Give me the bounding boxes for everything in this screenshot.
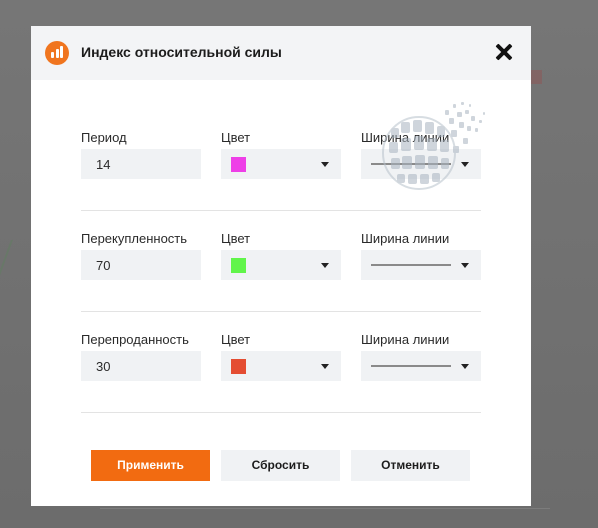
bar-chart-icon <box>45 41 69 65</box>
cancel-button[interactable]: Отменить <box>351 450 470 481</box>
chevron-down-icon <box>321 162 329 167</box>
oversold-line-width-select[interactable] <box>361 351 481 381</box>
overbought-value: 70 <box>96 258 111 273</box>
dialog-header: Индекс относительной силы <box>31 26 531 80</box>
period-color-select[interactable] <box>221 149 341 179</box>
period-color-swatch <box>231 157 246 172</box>
period-value: 14 <box>96 157 111 172</box>
oversold-color-swatch <box>231 359 246 374</box>
oversold-section: Перепроданность Цвет Ширина линии 30 <box>81 312 481 413</box>
overbought-label: Перекупленность <box>81 231 188 246</box>
overbought-input[interactable]: 70 <box>81 250 201 280</box>
chevron-down-icon <box>461 263 469 268</box>
reset-button[interactable]: Сбросить <box>221 450 340 481</box>
oversold-line-width-label: Ширина линии <box>361 332 450 347</box>
background-table-row <box>100 508 550 522</box>
line-width-preview <box>371 264 451 266</box>
oversold-value: 30 <box>96 359 111 374</box>
oversold-input[interactable]: 30 <box>81 351 201 381</box>
overbought-section: Перекупленность Цвет Ширина линии 70 <box>81 211 481 312</box>
line-width-preview <box>371 365 451 367</box>
apply-button[interactable]: Применить <box>91 450 210 481</box>
chevron-down-icon <box>321 263 329 268</box>
overbought-color-label: Цвет <box>221 231 251 246</box>
chevron-down-icon <box>461 364 469 369</box>
overbought-color-swatch <box>231 258 246 273</box>
overbought-line-width-label: Ширина линии <box>361 231 450 246</box>
oversold-color-label: Цвет <box>221 332 251 347</box>
overbought-color-select[interactable] <box>221 250 341 280</box>
oversold-label: Перепроданность <box>81 332 189 347</box>
period-label: Период <box>81 130 127 145</box>
globe-watermark-icon <box>382 102 485 190</box>
chevron-down-icon <box>321 364 329 369</box>
overbought-line-width-select[interactable] <box>361 250 481 280</box>
dialog-title: Индекс относительной силы <box>81 44 282 60</box>
close-icon[interactable] <box>493 41 515 63</box>
period-color-label: Цвет <box>221 130 251 145</box>
rsi-settings-dialog: Индекс относительной силы Период Цвет Ши… <box>31 26 531 506</box>
period-input[interactable]: 14 <box>81 149 201 179</box>
oversold-color-select[interactable] <box>221 351 341 381</box>
